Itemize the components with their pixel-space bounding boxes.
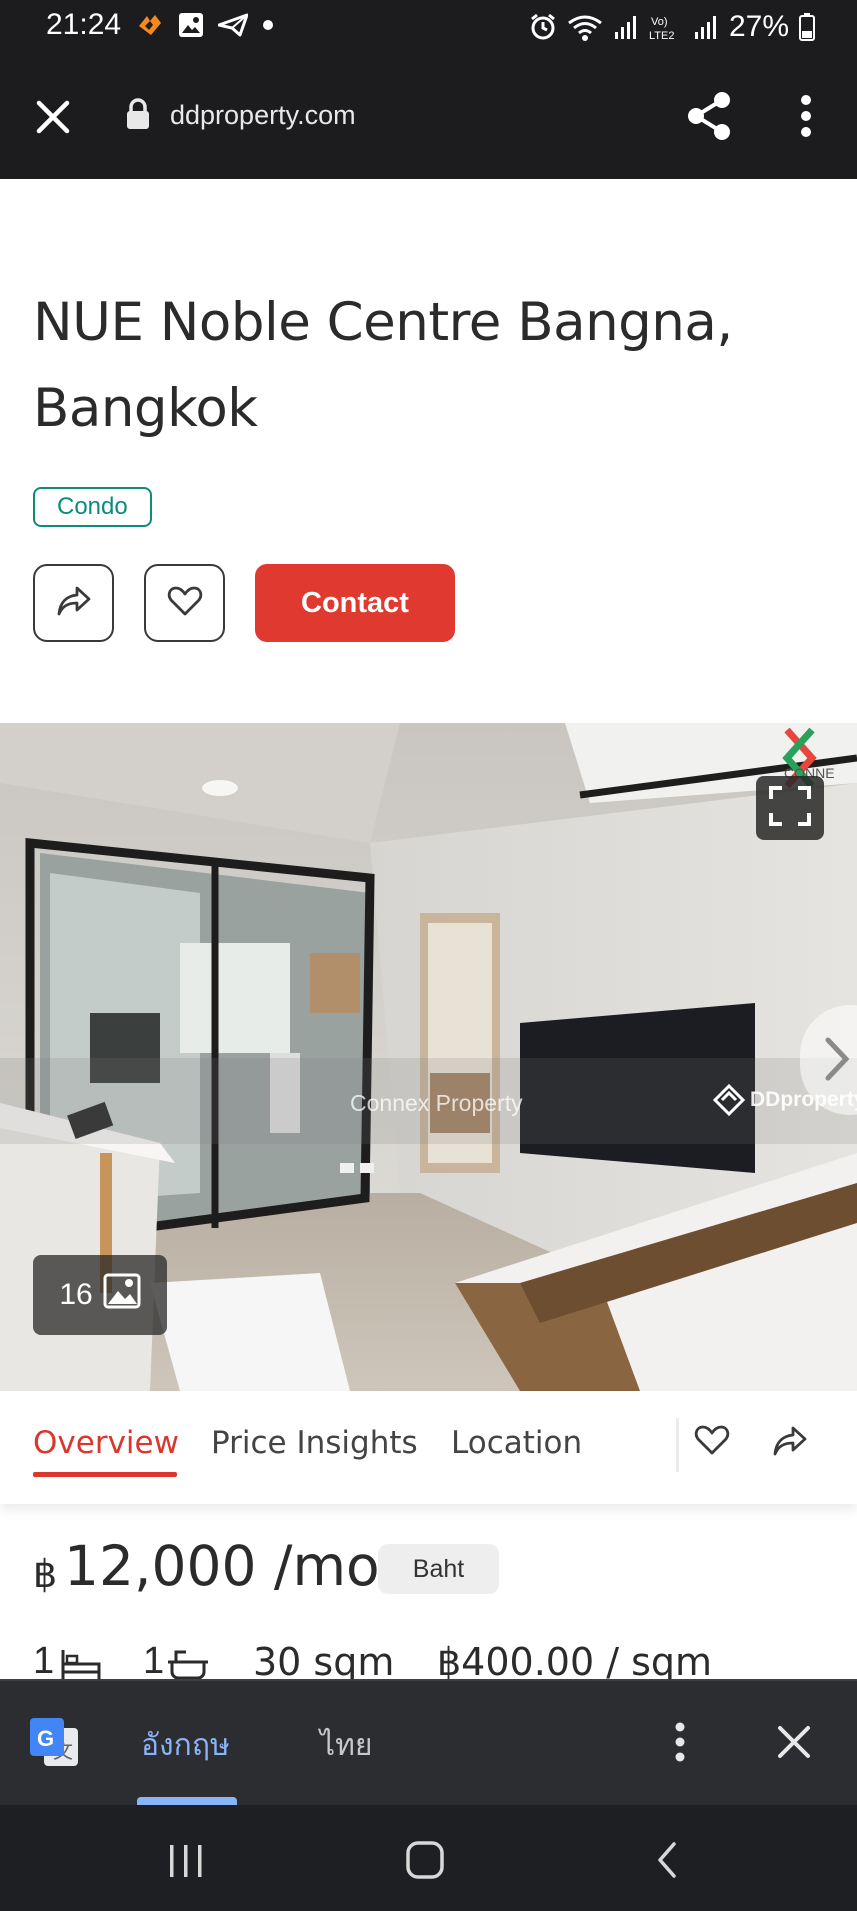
browser-toolbar: ddproperty.com (0, 54, 857, 179)
signal-icon (613, 14, 639, 40)
translate-close-icon[interactable] (774, 1722, 814, 1767)
close-tab-button[interactable] (30, 94, 76, 140)
google-translate-icon[interactable]: 文G (28, 1716, 80, 1773)
gallery-icon (103, 1273, 141, 1317)
lock-icon (124, 98, 152, 135)
more-options-icon[interactable] (794, 92, 818, 145)
volte-icon: Vo) LTE2 (649, 13, 683, 41)
ddproperty-logo-icon (712, 1083, 746, 1117)
tab-favorite-icon[interactable] (694, 1424, 730, 1461)
home-icon[interactable] (405, 1840, 445, 1885)
language-source-tab[interactable]: อังกฤษ (141, 1722, 230, 1769)
favorite-listing-button[interactable] (144, 564, 225, 642)
bathroom-count: 1 (143, 1640, 165, 1682)
battery-percent: 27% (728, 10, 789, 43)
translate-options-icon[interactable] (668, 1720, 692, 1769)
language-target-tab[interactable]: ไทย (320, 1722, 372, 1769)
photo-count-badge[interactable]: 16 (33, 1255, 167, 1335)
expand-icon (768, 785, 812, 832)
language-tab-indicator (137, 1797, 237, 1805)
status-icons-right: Vo) LTE2 27% (529, 10, 815, 44)
recent-apps-icon[interactable] (166, 1843, 206, 1884)
status-time: 21:24 (46, 8, 122, 41)
chevron-right-icon (822, 1034, 852, 1089)
tab-share-icon[interactable] (771, 1424, 809, 1463)
tabs-divider (676, 1418, 679, 1472)
floor-area: 30 sqm (253, 1640, 395, 1684)
translate-bar (0, 1679, 857, 1805)
tab-location[interactable]: Location (451, 1425, 582, 1461)
status-bar: 21:24 Vo) LTE2 27% (0, 0, 857, 54)
price-per-area: ฿400.00 / sqm (437, 1640, 713, 1684)
price-amount: 12,000 /mo (64, 1534, 380, 1598)
url-text[interactable]: ddproperty.com (170, 100, 356, 131)
battery-icon (799, 13, 815, 41)
status-icons-left (136, 12, 274, 38)
tab-overview[interactable]: Overview (33, 1425, 179, 1461)
bedroom-count: 1 (33, 1640, 55, 1682)
dot-icon (262, 19, 274, 31)
property-type-tag: Condo (33, 487, 152, 527)
listing-title: NUE Noble Centre Bangna, Bangkok (33, 292, 733, 439)
share-arrow-icon (55, 584, 93, 623)
svg-text:LTE2: LTE2 (649, 30, 674, 41)
flame-app-icon (136, 12, 164, 38)
watermark-text: Connex Property (350, 1090, 523, 1116)
signal-icon (693, 14, 719, 40)
photo-count: 16 (59, 1278, 93, 1311)
image-icon (178, 12, 204, 38)
share-icon[interactable] (684, 90, 734, 147)
alarm-icon (529, 13, 557, 41)
svg-text:G: G (37, 1726, 54, 1751)
price-currency: ฿ (33, 1554, 58, 1596)
svg-text:Vo): Vo) (651, 16, 668, 28)
currency-badge: Baht (378, 1544, 499, 1594)
heart-icon (167, 585, 203, 622)
send-icon (218, 13, 248, 37)
wifi-icon (567, 13, 603, 41)
tab-price-insights[interactable]: Price Insights (211, 1425, 418, 1461)
active-tab-indicator (33, 1472, 177, 1477)
page: 21:24 Vo) LTE2 27% ddproperty.com NUE No… (0, 0, 857, 1911)
contact-button[interactable]: Contact (255, 564, 455, 642)
back-icon[interactable] (652, 1840, 682, 1885)
share-listing-button[interactable] (33, 564, 114, 642)
fullscreen-button[interactable] (756, 776, 824, 840)
